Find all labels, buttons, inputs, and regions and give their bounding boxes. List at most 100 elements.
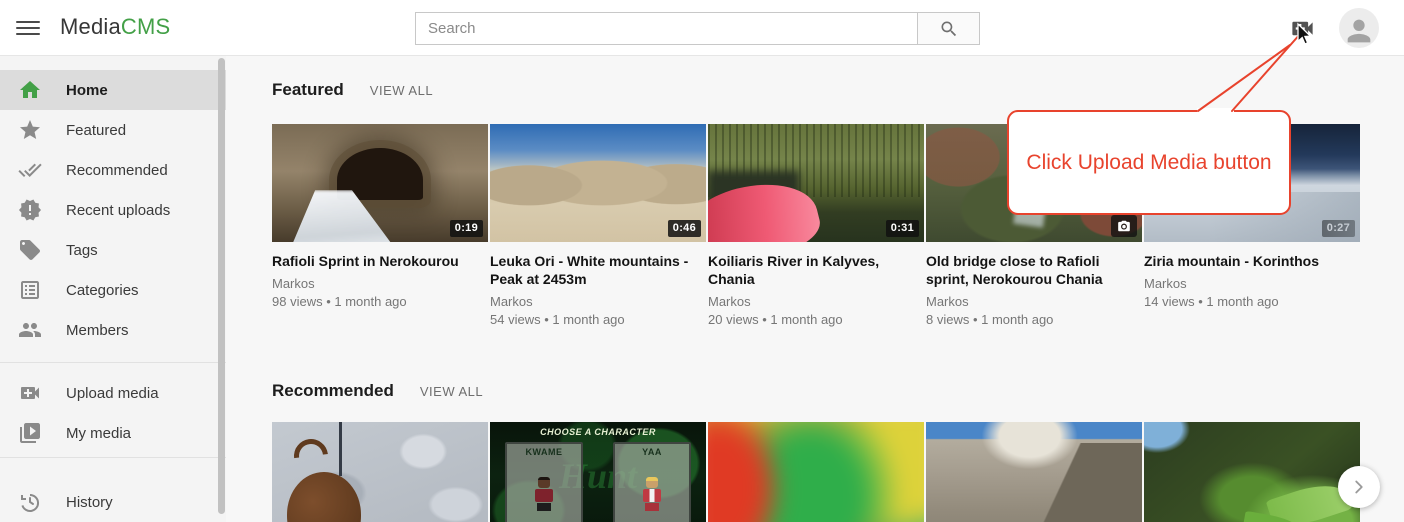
media-card[interactable] xyxy=(272,422,488,522)
tag-icon xyxy=(18,238,42,262)
leaves-thumbnail[interactable] xyxy=(1144,422,1360,522)
user-avatar-button[interactable] xyxy=(1339,8,1379,48)
media-meta: 20 views • 1 month ago xyxy=(708,312,924,328)
sidebar-item-upload-media[interactable]: Upload media xyxy=(0,373,226,413)
sidebar: Home Featured Recommended Recent uploads… xyxy=(0,56,226,522)
featured-section-header: Featured VIEW ALL xyxy=(272,80,433,100)
media-meta: 54 views • 1 month ago xyxy=(490,312,706,328)
sidebar-item-label: Upload media xyxy=(66,385,159,402)
featured-view-all-link[interactable]: VIEW ALL xyxy=(370,83,433,98)
search-input[interactable] xyxy=(415,12,917,45)
video-upload-icon xyxy=(1289,15,1316,42)
logo-media-text: Media xyxy=(60,14,121,39)
duration-badge: 0:27 xyxy=(1322,220,1355,237)
sidebar-item-tags[interactable]: Tags xyxy=(0,230,226,270)
search-icon xyxy=(939,19,959,39)
duration-badge: 0:46 xyxy=(668,220,701,237)
logo[interactable]: MediaCMS xyxy=(60,14,170,40)
upload-media-button[interactable] xyxy=(1289,15,1317,41)
sidebar-item-categories[interactable]: Categories xyxy=(0,270,226,310)
video-thumbnail[interactable]: 0:19 xyxy=(272,124,488,242)
chevron-right-icon xyxy=(1348,476,1370,498)
media-title[interactable]: Old bridge close to Rafioli sprint, Nero… xyxy=(926,252,1142,288)
media-title[interactable]: Leuka Ori - White mountains - Peak at 24… xyxy=(490,252,706,288)
pumpkin-stem-decoration xyxy=(287,432,335,480)
media-card[interactable]: CHOOSE A CHARACTER Hunt KWAME YAA Select… xyxy=(490,422,706,522)
sidebar-item-recommended[interactable]: Recommended xyxy=(0,150,226,190)
media-card[interactable] xyxy=(1144,422,1360,522)
sidebar-nav: Home Featured Recommended Recent uploads… xyxy=(0,56,226,522)
media-author[interactable]: Markos xyxy=(708,294,924,310)
media-author[interactable]: Markos xyxy=(1144,276,1360,292)
sidebar-item-recent-uploads[interactable]: Recent uploads xyxy=(0,190,226,230)
person-icon xyxy=(1342,14,1376,48)
media-title[interactable]: Rafioli Sprint in Nerokourou xyxy=(272,252,488,270)
media-meta: 98 views • 1 month ago xyxy=(272,294,488,310)
sidebar-scrollbar[interactable] xyxy=(218,58,225,514)
sidebar-item-members[interactable]: Members xyxy=(0,310,226,350)
sidebar-item-history[interactable]: History xyxy=(0,482,226,522)
media-card[interactable]: 0:19 Rafioli Sprint in Nerokourou Markos… xyxy=(272,124,488,328)
media-card[interactable] xyxy=(708,422,924,522)
sidebar-divider xyxy=(0,457,226,458)
section-title: Recommended xyxy=(272,381,394,401)
carousel-next-button[interactable] xyxy=(1338,466,1380,508)
media-author[interactable]: Markos xyxy=(490,294,706,310)
recommended-section-header: Recommended VIEW ALL xyxy=(272,381,483,401)
recommended-cards-row: CHOOSE A CHARACTER Hunt KWAME YAA Select… xyxy=(272,422,1360,522)
game-character-panel: YAA xyxy=(613,442,691,522)
sidebar-item-featured[interactable]: Featured xyxy=(0,110,226,150)
media-card[interactable]: 0:31 Koiliaris River in Kalyves, Chania … xyxy=(708,124,924,328)
video-thumbnail[interactable]: 0:31 xyxy=(708,124,924,242)
game-character-name: KWAME xyxy=(507,447,581,457)
sidebar-item-label: My media xyxy=(66,425,131,442)
upload-media-icon xyxy=(18,381,42,405)
sidebar-item-label: Recent uploads xyxy=(66,202,170,219)
game-character-name: YAA xyxy=(615,447,689,457)
history-icon xyxy=(18,490,42,514)
sidebar-item-home[interactable]: Home xyxy=(0,70,226,110)
duration-badge: 0:31 xyxy=(886,220,919,237)
media-meta: 8 views • 1 month ago xyxy=(926,312,1142,328)
media-card[interactable]: 0:46 Leuka Ori - White mountains - Peak … xyxy=(490,124,706,328)
sidebar-item-label: Recommended xyxy=(66,162,168,179)
media-title[interactable]: Ziria mountain - Korinthos xyxy=(1144,252,1360,270)
media-author[interactable]: Markos xyxy=(272,276,488,292)
double-check-icon xyxy=(18,158,42,182)
sidebar-item-my-media[interactable]: My media xyxy=(0,413,226,453)
game-character-sprite xyxy=(641,477,663,511)
pumpkin-thumbnail[interactable] xyxy=(272,422,488,522)
annotation-callout: Click Upload Media button xyxy=(1007,110,1291,215)
camera-icon xyxy=(1117,219,1131,233)
media-card[interactable] xyxy=(926,422,1142,522)
game-character-panel: KWAME xyxy=(505,442,583,522)
members-icon xyxy=(18,318,42,342)
game-thumbnail[interactable]: CHOOSE A CHARACTER Hunt KWAME YAA Select… xyxy=(490,422,706,522)
home-icon xyxy=(18,78,42,102)
sidebar-item-label: History xyxy=(66,494,113,511)
sidebar-item-label: Categories xyxy=(66,282,139,299)
media-author[interactable]: Markos xyxy=(926,294,1142,310)
mountain-thumbnail[interactable] xyxy=(926,422,1142,522)
video-thumbnail[interactable]: 0:46 xyxy=(490,124,706,242)
search-bar xyxy=(415,12,980,45)
section-title: Featured xyxy=(272,80,344,100)
new-releases-icon xyxy=(18,198,42,222)
sidebar-item-label: Members xyxy=(66,322,129,339)
annotation-callout-text: Click Upload Media button xyxy=(1026,151,1271,175)
search-button[interactable] xyxy=(917,12,980,45)
sidebar-item-label: Featured xyxy=(66,122,126,139)
game-character-sprite xyxy=(533,477,555,511)
logo-cms-text: CMS xyxy=(121,14,171,39)
recommended-view-all-link[interactable]: VIEW ALL xyxy=(420,384,483,399)
media-meta: 14 views • 1 month ago xyxy=(1144,294,1360,310)
media-title[interactable]: Koiliaris River in Kalyves, Chania xyxy=(708,252,924,288)
hamburger-menu-button[interactable] xyxy=(16,16,40,40)
star-icon xyxy=(18,118,42,142)
top-bar: MediaCMS xyxy=(0,0,1404,56)
abstract-thumbnail[interactable] xyxy=(708,422,924,522)
gradient-decoration xyxy=(708,422,924,522)
categories-icon xyxy=(18,278,42,302)
mediacms-app: MediaCMS Home Featured xyxy=(0,0,1404,522)
image-type-badge xyxy=(1111,215,1137,237)
